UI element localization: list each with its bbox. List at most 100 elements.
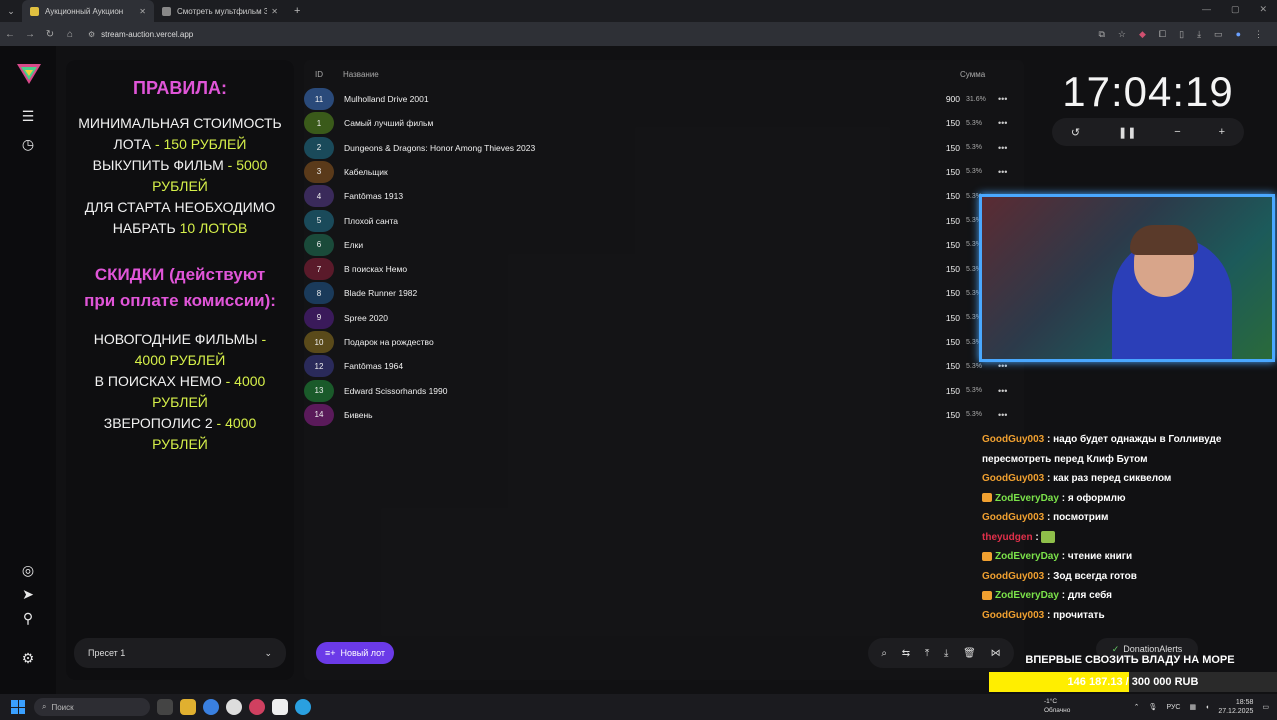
list-icon[interactable]: ☰	[20, 108, 36, 124]
new-lot-label: Новый лот	[340, 648, 386, 658]
profile-icon[interactable]: ●	[1236, 29, 1241, 40]
chevron-down-icon: ⌄	[264, 647, 272, 658]
table-row[interactable]: 3 Кабельщик 150 5.3% •••	[304, 160, 1024, 183]
preset-select[interactable]: Пресет 1 ⌄	[74, 638, 286, 668]
table-row[interactable]: 5Плохой санта1505.3%•••	[304, 209, 1024, 232]
home-icon[interactable]: ⌂	[60, 29, 80, 40]
mic-icon[interactable]: 🎙	[1149, 703, 1158, 711]
new-tab-icon[interactable]: +	[294, 5, 300, 17]
sub-badge-icon	[982, 493, 992, 503]
table-row[interactable]: 1 Самый лучший фильм 150 5.3% •••	[304, 112, 1024, 135]
url-field[interactable]: ⚙ stream-auction.vercel.app	[88, 25, 1098, 43]
table-row[interactable]: 7В поисках Немо1505.3%•••	[304, 258, 1024, 281]
more-icon[interactable]: •••	[998, 167, 1007, 177]
lot-sum: 150	[945, 409, 960, 420]
download-icon[interactable]: ⤓	[1197, 29, 1201, 40]
chat-username: GoodGuy003	[982, 512, 1045, 523]
minus-icon[interactable]: −	[1174, 126, 1180, 138]
goal-title: ВПЕРВЫЕ СВОЗИТЬ ВЛАДУ НА МОРЕ	[1025, 654, 1235, 666]
lot-percent: 5.3%	[966, 144, 982, 152]
menu-icon[interactable]: ⋮	[1254, 29, 1263, 40]
table-row[interactable]: 4Fantômas 19131505.3%•••	[304, 185, 1024, 208]
table-row[interactable]: 8Blade Runner 19821505.3%•••	[304, 282, 1024, 305]
more-icon[interactable]: •••	[998, 386, 1007, 396]
rule-line: ВЫКУПИТЬ ФИЛЬМ - 5000	[92, 157, 268, 173]
settings-icon[interactable]: ⚙	[20, 650, 36, 666]
table-row[interactable]: 13 Edward Scissorhands 1990 150 5.3% •••	[304, 379, 1024, 402]
chevron-up-icon[interactable]: ⌃	[1134, 703, 1140, 711]
search-icon[interactable]: ⌕	[881, 648, 887, 659]
theme-icon[interactable]: ◎	[20, 562, 36, 578]
music-icon[interactable]	[226, 699, 242, 715]
install-icon[interactable]: ⧉	[1098, 29, 1104, 40]
chat-message: ZodEveryDay : для себя	[982, 586, 1242, 606]
share-icon[interactable]: ▭	[1214, 29, 1223, 40]
extensions-icon[interactable]: ⧠	[1159, 29, 1166, 40]
lot-id: 5	[304, 209, 334, 232]
download-icon[interactable]: ⤓	[944, 648, 948, 659]
lot-id: 10	[304, 331, 334, 353]
browser-icon[interactable]	[203, 699, 219, 715]
shuffle-icon[interactable]: ⇆	[902, 648, 910, 659]
tab-search-icon[interactable]: ⌄	[0, 6, 22, 17]
check-icon: ✓	[1111, 643, 1120, 654]
task-view-icon[interactable]	[157, 699, 173, 715]
bookmark-icon[interactable]: ☆	[1118, 29, 1126, 40]
table-row[interactable]: 12 Fantômas 1964 150 5.3% •••	[304, 355, 1024, 378]
new-lot-button[interactable]: ≡+ Новый лот	[316, 642, 394, 664]
tab-cartoon[interactable]: Смотреть мультфильм Зверо... ✕	[154, 0, 286, 22]
more-icon[interactable]: •••	[998, 410, 1007, 420]
forward-icon[interactable]: →	[20, 29, 40, 40]
sidebar-icon[interactable]: ▯	[1179, 29, 1184, 40]
lot-name: Fantômas 1913	[344, 191, 404, 202]
plus-icon[interactable]: +	[1219, 126, 1225, 138]
history-icon[interactable]: ◷	[20, 136, 36, 152]
maximize-icon[interactable]: ▢	[1231, 4, 1240, 15]
tray-clock[interactable]: 18:58 27.12.2025	[1218, 698, 1253, 716]
rule-line: НАБРАТЬ 10 ЛОТОВ	[112, 220, 248, 236]
reload-icon[interactable]: ↻	[40, 29, 60, 40]
lot-name: Самый лучший фильм	[344, 118, 434, 129]
obs-icon[interactable]	[272, 699, 288, 715]
telegram-icon[interactable]	[295, 699, 311, 715]
chat-text: прочитать	[1053, 609, 1105, 621]
donation-label: DonationAlerts	[1123, 644, 1183, 654]
upload-icon[interactable]: ⤒	[925, 648, 929, 659]
volume-icon[interactable]: ◖	[1205, 704, 1209, 711]
close-window-icon[interactable]: ✕	[1259, 4, 1267, 15]
table-row[interactable]: 14 Бивень 150 5.3% •••	[304, 403, 1024, 426]
table-row[interactable]: 6Елки1505.3%•••	[304, 233, 1024, 256]
minimize-icon[interactable]: —	[1202, 4, 1211, 15]
extension-icon[interactable]: ◆	[1139, 29, 1146, 40]
table-row[interactable]: 11 Mulholland Drive 2001 900 31.6% •••	[304, 88, 1024, 110]
notification-icon[interactable]: ▭	[1262, 703, 1269, 711]
add-list-icon: ≡+	[324, 648, 336, 658]
close-tab-icon[interactable]: ✕	[139, 7, 146, 16]
table-row[interactable]: 10Подарок на рождество1505.3%•••	[304, 331, 1024, 353]
more-icon[interactable]: •••	[998, 361, 1007, 371]
more-icon[interactable]: •••	[998, 143, 1007, 153]
close-tab-icon[interactable]: ✕	[271, 7, 278, 16]
pause-icon[interactable]: ❚❚	[1118, 126, 1136, 139]
file-explorer-icon[interactable]	[180, 699, 196, 715]
network-icon[interactable]: ▦	[1189, 703, 1196, 711]
active-browser-icon[interactable]	[249, 699, 265, 715]
more-icon[interactable]: •••	[998, 94, 1007, 104]
telegram-icon[interactable]: ➤	[20, 586, 36, 602]
weather-widget[interactable]: -1°C Облачно	[1044, 697, 1070, 715]
chat-text: Зод всегда готов	[1053, 570, 1137, 582]
browser-tab-strip: ⌄ Аукционный Аукцион ✕ Смотреть мультфил…	[0, 0, 1277, 22]
back-icon[interactable]: ←	[0, 29, 20, 40]
language-indicator[interactable]: РУС	[1166, 704, 1180, 711]
table-row[interactable]: 9Spree 20201505.3%•••	[304, 306, 1024, 329]
site-info-icon[interactable]: ⚙	[88, 30, 95, 39]
reset-icon[interactable]: ↺	[1071, 126, 1080, 139]
table-row[interactable]: 2 Dungeons & Dragons: Honor Among Thieves…	[304, 136, 1024, 159]
trash-icon[interactable]: 🗑	[963, 648, 976, 659]
taskbar-search[interactable]: ⌕ Поиск	[34, 698, 150, 716]
more-icon[interactable]: •••	[998, 118, 1007, 128]
windows-start-icon[interactable]	[11, 700, 25, 714]
github-icon[interactable]: ⚲	[20, 610, 36, 626]
tab-auction[interactable]: Аукционный Аукцион ✕	[22, 0, 154, 22]
lot-id: 4	[304, 185, 334, 208]
